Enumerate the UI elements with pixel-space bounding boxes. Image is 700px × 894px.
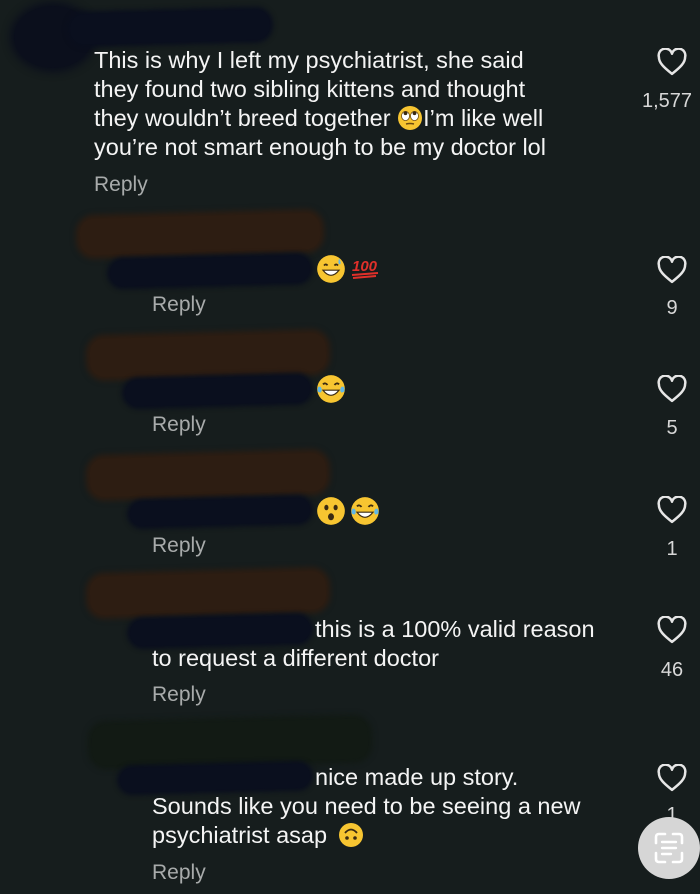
comment-text: they found two sibling kittens and thoug… xyxy=(94,76,526,102)
comment-text: this is a 100% valid reason xyxy=(315,616,595,642)
tears-of-joy-emoji xyxy=(317,375,345,403)
redacted-avatar xyxy=(89,332,327,378)
rolling-eyes-emoji xyxy=(398,106,423,130)
reply-button[interactable]: Reply xyxy=(152,861,206,885)
heart-outline-icon[interactable] xyxy=(657,496,687,524)
comment-text: you’re not smart enough to be my doctor … xyxy=(94,134,546,160)
heart-outline-icon[interactable] xyxy=(657,48,687,76)
comment-text: to request a different doctor xyxy=(152,645,439,671)
comment-text: psychiatrist asap xyxy=(152,821,364,851)
like-count: 1,577 xyxy=(642,90,693,112)
text-scan-button[interactable] xyxy=(638,817,700,879)
redacted-avatar xyxy=(89,570,327,616)
like-count: 1 xyxy=(666,538,678,560)
heart-outline-icon[interactable] xyxy=(657,764,687,792)
redacted-avatar xyxy=(79,212,321,256)
redacted-username xyxy=(119,763,311,793)
upside-down-face-emoji xyxy=(338,823,363,847)
redacted-username xyxy=(109,255,311,287)
reply-button[interactable]: Reply xyxy=(152,534,206,558)
reply-button[interactable]: Reply xyxy=(94,173,148,197)
reply-button[interactable]: Reply xyxy=(152,293,206,317)
heart-outline-icon[interactable] xyxy=(657,375,687,403)
redacted-avatar xyxy=(91,718,369,766)
hushed-face-emoji xyxy=(317,497,345,525)
like-count: 5 xyxy=(666,417,678,439)
heart-outline-icon[interactable] xyxy=(657,616,687,644)
reply-button[interactable]: Reply xyxy=(152,413,206,437)
comment-text: nice made up story. xyxy=(315,764,519,790)
reply-button[interactable]: Reply xyxy=(152,683,206,707)
comment-text: This is why I left my psychiatrist, she … xyxy=(94,47,524,73)
comment-text: Sounds like you need to be seeing a new xyxy=(152,793,581,819)
hundred-points-emoji: 100 xyxy=(351,258,379,279)
text-scan-icon xyxy=(654,832,684,864)
tears-of-joy-emoji xyxy=(351,497,379,525)
redacted-username xyxy=(129,615,311,647)
redacted-username xyxy=(124,375,311,407)
like-count: 46 xyxy=(660,659,684,681)
redacted-avatar xyxy=(89,452,327,498)
redacted-username xyxy=(129,497,311,527)
comment-text: they wouldn’t breed together I’m like we… xyxy=(94,105,544,131)
heart-outline-icon[interactable] xyxy=(657,256,687,284)
like-count: 9 xyxy=(666,297,678,319)
redacted-username xyxy=(69,9,271,45)
grinning-sweat-emoji xyxy=(317,255,345,283)
